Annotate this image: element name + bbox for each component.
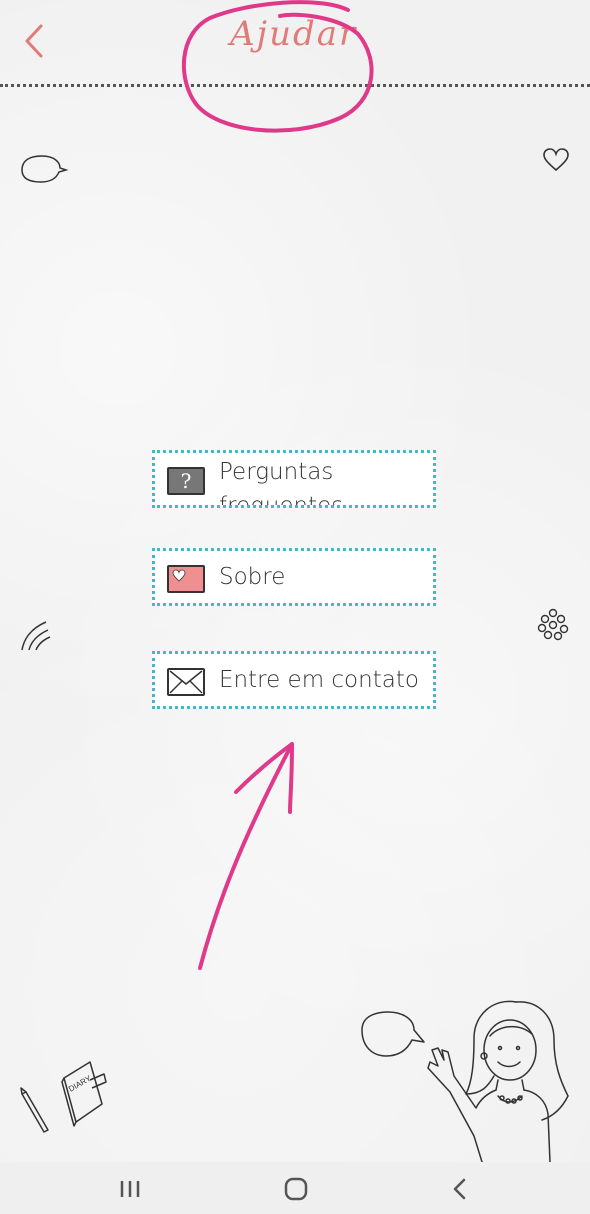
speech-bubble-icon [21, 155, 69, 183]
svg-text:DIARY: DIARY [67, 1073, 93, 1093]
recent-apps-button[interactable] [110, 1174, 150, 1204]
back-icon [453, 1178, 466, 1200]
header-divider [0, 84, 590, 87]
page-title: Ajudar [230, 14, 358, 54]
menu-item-contact[interactable]: Entre em contato [152, 651, 436, 709]
diary-pencil-illustration: DIARY [20, 1061, 107, 1133]
recent-apps-icon [120, 1181, 140, 1197]
chevron-left-icon [25, 24, 43, 58]
system-navigation-bar [0, 1162, 590, 1214]
system-back-button[interactable] [440, 1174, 480, 1204]
menu-item-label: Sobre [219, 564, 286, 590]
waving-woman-illustration [361, 1000, 569, 1162]
home-icon [284, 1177, 308, 1201]
heart-icon [543, 148, 569, 172]
menu-item-about[interactable]: Sobre [152, 548, 436, 606]
menu-item-faq[interactable]: ? Perguntas frequentes [152, 450, 436, 508]
flower-doodle-icon [537, 608, 569, 641]
header: Ajudar [0, 0, 590, 90]
question-icon: ? [167, 467, 205, 495]
wifi-doodle-icon [21, 621, 51, 651]
menu-item-label: Perguntas frequentes [219, 459, 344, 508]
heart-card-icon [167, 565, 205, 593]
menu-item-label: Entre em contato [219, 667, 419, 693]
home-button[interactable] [276, 1174, 316, 1204]
back-button[interactable] [14, 18, 54, 64]
envelope-icon [167, 668, 205, 696]
